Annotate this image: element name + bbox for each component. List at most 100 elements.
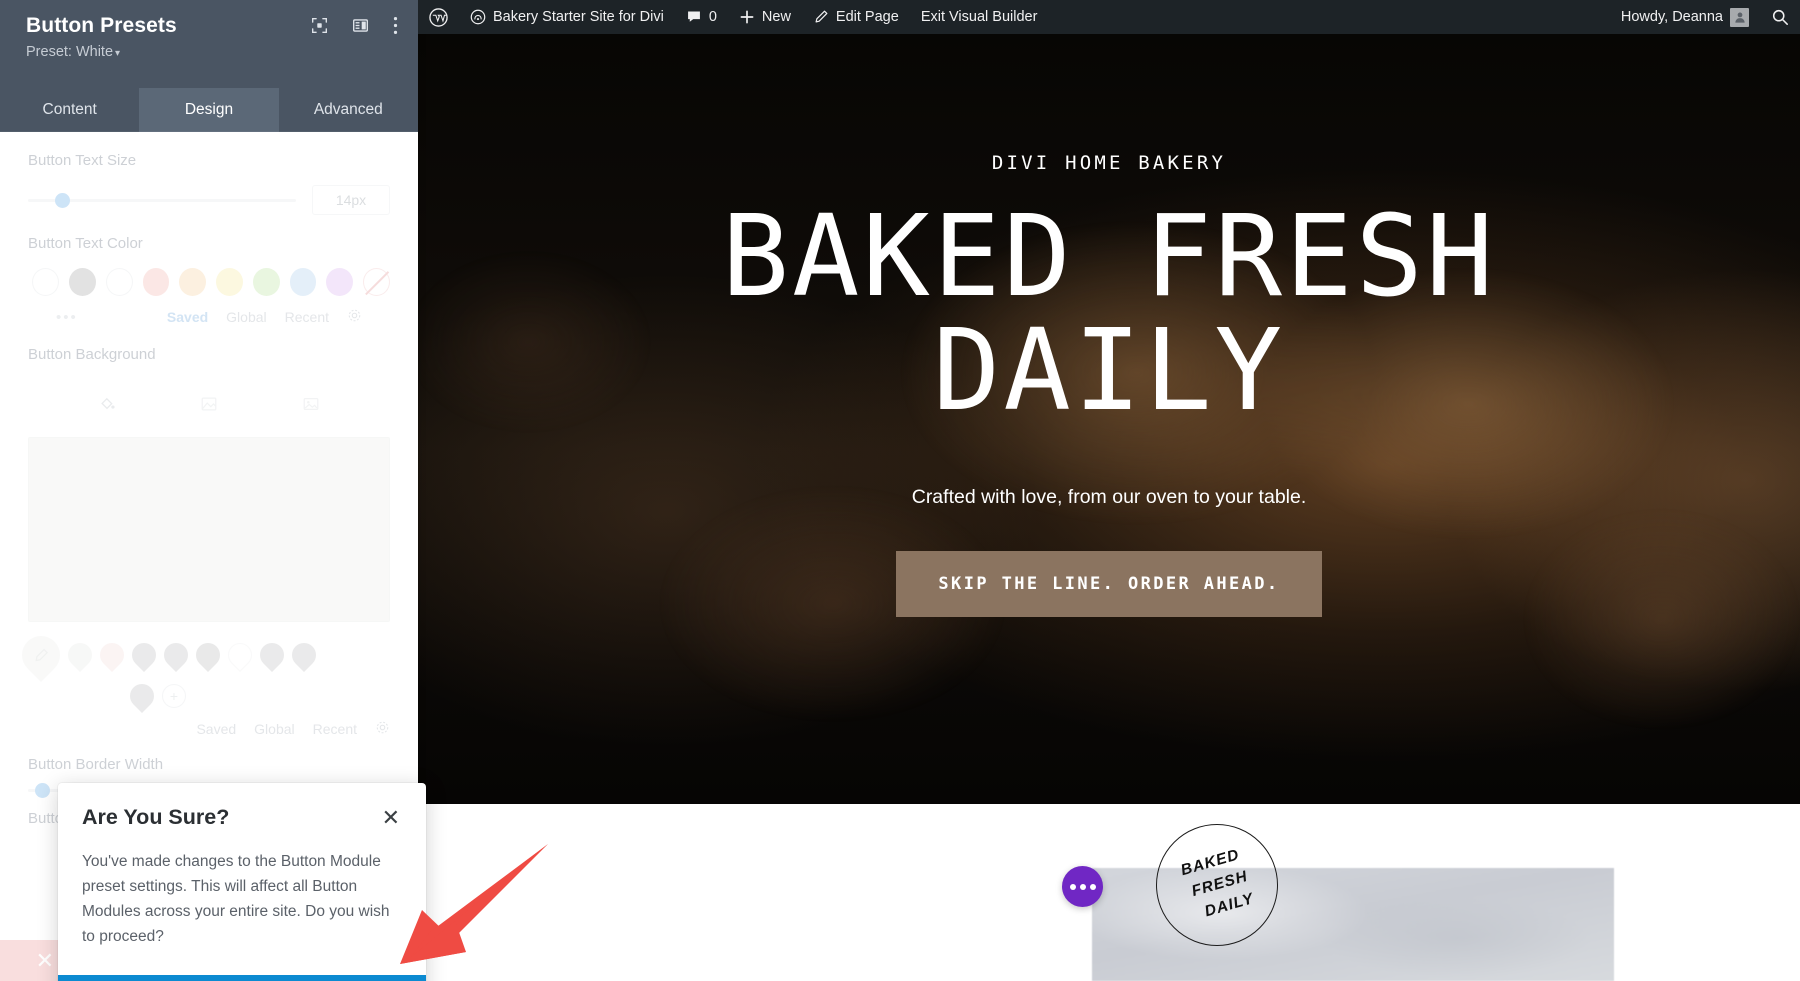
overflow-dots[interactable]: •••: [56, 309, 78, 326]
user-avatar-icon: [1730, 7, 1749, 27]
color-swatch[interactable]: [252, 268, 280, 296]
screen-root: DIVI HOME BAKERY BAKED FRESH DAILY Craft…: [0, 0, 1800, 981]
palette-swatch[interactable]: [191, 638, 225, 672]
palette-swatch[interactable]: [159, 638, 193, 672]
hero-eyebrow: DIVI HOME BAKERY: [991, 152, 1227, 174]
color-swatch[interactable]: [326, 268, 354, 296]
color-swatch[interactable]: [289, 268, 317, 296]
color-swatch[interactable]: [32, 268, 59, 296]
kebab-menu-icon[interactable]: [393, 16, 398, 40]
more-options-icon[interactable]: [1062, 866, 1103, 907]
modal-body-text: You've made changes to the Button Module…: [82, 853, 390, 946]
color-swatch-none[interactable]: [363, 268, 391, 296]
gear-icon[interactable]: [347, 308, 362, 326]
hero-cta-button[interactable]: SKIP THE LINE. ORDER AHEAD.: [896, 551, 1322, 618]
site-name-menu[interactable]: Bakery Starter Site for Divi: [459, 0, 675, 34]
modal-header: Are You Sure? ✕: [58, 783, 426, 831]
gear-icon[interactable]: [375, 720, 390, 738]
expand-fullscreen-icon[interactable]: [311, 17, 328, 39]
admin-bar-search-button[interactable]: [1760, 0, 1800, 34]
dot: [1069, 883, 1076, 890]
new-content-label: New: [761, 9, 791, 25]
palette-swatch[interactable]: [95, 638, 129, 672]
palette-swatch[interactable]: [63, 638, 97, 672]
notification-strip[interactable]: ✕: [0, 940, 62, 981]
comments-count: 0: [708, 9, 717, 25]
panel-header: Button Presets Preset: White ▾: [0, 0, 418, 88]
site-name-label: Bakery Starter Site for Divi: [493, 9, 664, 25]
edit-page-menu[interactable]: Edit Page: [802, 0, 910, 34]
background-palette-row-2: +: [0, 674, 418, 713]
palette-tab-global[interactable]: Global: [226, 309, 266, 325]
new-content-menu[interactable]: New: [728, 0, 802, 34]
panel-tabs: Content Design Advanced: [0, 88, 418, 132]
palette-swatch[interactable]: [223, 638, 257, 672]
palette-swatch[interactable]: [127, 638, 161, 672]
exit-visual-builder-button[interactable]: Exit Visual Builder: [910, 0, 1049, 34]
hero-content: DIVI HOME BAKERY BAKED FRESH DAILY Craft…: [418, 34, 1800, 618]
field-label: Button Border Width: [28, 756, 164, 773]
tab-content[interactable]: Content: [0, 88, 140, 132]
background-mode-tabs: [28, 379, 390, 421]
comment-bubble-icon: [686, 9, 702, 25]
color-swatch[interactable]: [216, 268, 243, 296]
close-x-icon[interactable]: ✕: [380, 805, 402, 831]
text-size-value[interactable]: 14px: [312, 185, 390, 215]
dashboard-site-icon: [470, 9, 486, 25]
wordpress-logo-icon: [429, 7, 448, 27]
comments-menu[interactable]: 0: [675, 0, 728, 34]
gradient-icon[interactable]: [158, 387, 260, 421]
plus-icon: [739, 9, 755, 25]
hero-subtitle: Crafted with love, from our oven to your…: [911, 486, 1307, 509]
background-palette-source-tabs: Saved Global Recent: [0, 708, 418, 738]
wordpress-logo-menu[interactable]: [418, 0, 459, 34]
field-label: Button Text Color: [28, 235, 143, 252]
dot: [1089, 883, 1096, 890]
color-swatch[interactable]: [105, 268, 133, 296]
dot: [1079, 883, 1086, 890]
exit-visual-builder-label: Exit Visual Builder: [920, 9, 1038, 25]
palette-source-tabs: ••• Saved Global Recent: [28, 296, 390, 326]
color-swatch[interactable]: [68, 268, 96, 296]
text-size-slider[interactable]: [28, 192, 296, 208]
palette-tab-saved[interactable]: Saved: [167, 309, 208, 325]
close-icon[interactable]: ✕: [36, 949, 54, 972]
confirm-modal: Are You Sure? ✕ You've made changes to t…: [58, 783, 426, 981]
hero-title-line-1: BAKED FRESH: [721, 192, 1497, 322]
paint-bucket-icon[interactable]: [56, 387, 158, 421]
color-swatch[interactable]: [142, 268, 170, 296]
pencil-icon: [813, 9, 829, 25]
background-palette-row-1: [0, 622, 418, 682]
edit-page-label: Edit Page: [835, 9, 899, 25]
chevron-down-icon: ▾: [115, 48, 121, 59]
confirm-yes-button[interactable]: Yes: [58, 975, 426, 981]
preset-label: Preset: White: [26, 44, 114, 60]
field-label: Button Background: [28, 346, 156, 363]
howdy-label: Howdy, Deanna: [1620, 9, 1723, 25]
preset-selector[interactable]: Preset: White ▾: [26, 44, 398, 60]
baked-fresh-daily-badge: BAKED FRESH DAILY: [1156, 824, 1278, 946]
field-button-text-color: Button Text Color ••• Saved Global Recen…: [0, 215, 418, 326]
plus-circle-icon[interactable]: +: [162, 684, 186, 708]
size-slider-row: 14px: [28, 185, 390, 215]
tab-advanced[interactable]: Advanced: [278, 88, 418, 132]
palette-tab-recent[interactable]: Recent: [313, 721, 357, 737]
layout-columns-icon[interactable]: [352, 17, 369, 39]
palette-swatch[interactable]: [255, 638, 289, 672]
field-label: Button Text Size: [28, 152, 137, 169]
slider-handle[interactable]: [54, 192, 70, 208]
image-icon[interactable]: [260, 387, 362, 421]
field-button-background: Button Background: [0, 326, 418, 421]
palette-tab-global[interactable]: Global: [254, 721, 294, 737]
panel-header-actions: [311, 16, 398, 40]
field-button-text-size: Button Text Size 14px: [0, 132, 418, 215]
background-preview[interactable]: [28, 437, 390, 622]
account-menu[interactable]: Howdy, Deanna: [1610, 0, 1760, 34]
color-swatch[interactable]: [179, 268, 207, 296]
tab-design[interactable]: Design: [139, 88, 279, 132]
palette-tab-saved[interactable]: Saved: [196, 721, 236, 737]
palette-tab-recent[interactable]: Recent: [285, 309, 329, 325]
modal-title: Are You Sure?: [82, 805, 230, 829]
wordpress-admin-bar: Bakery Starter Site for Divi 0 New Edit …: [418, 0, 1800, 34]
palette-swatch[interactable]: [287, 638, 321, 672]
